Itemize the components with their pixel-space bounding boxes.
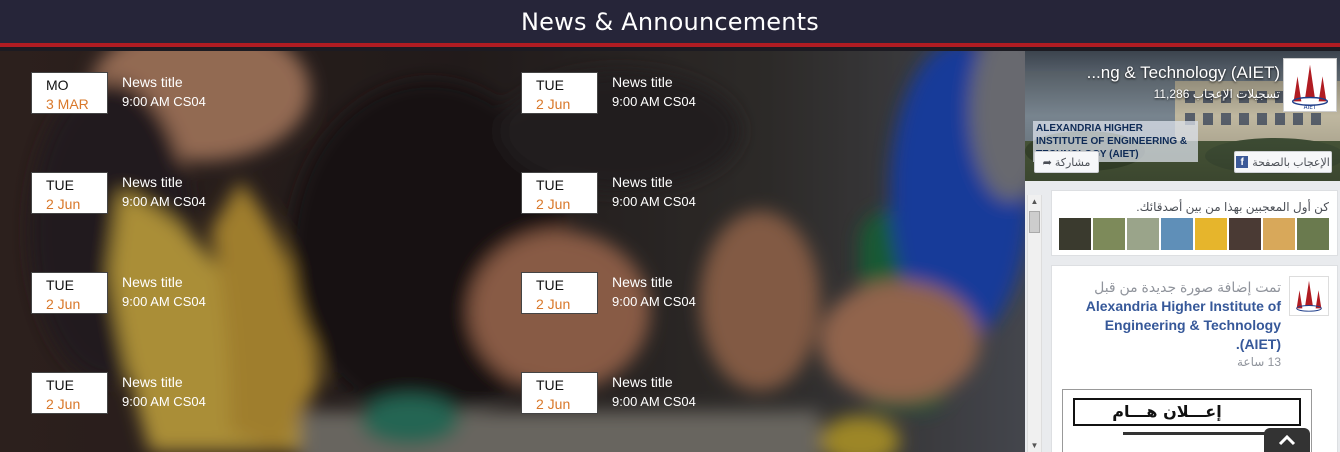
news-day: TUE bbox=[536, 177, 564, 193]
scroll-down-arrow-icon[interactable]: ▼ bbox=[1028, 439, 1041, 452]
news-item[interactable]: MO 3 MAR News title 9:00 AM CS04 bbox=[31, 72, 331, 116]
news-date: 2 Jun bbox=[536, 196, 571, 212]
date-box: TUE 2 Jun bbox=[521, 172, 598, 214]
news-date: 2 Jun bbox=[536, 96, 571, 112]
news-date: 2 Jun bbox=[46, 396, 81, 412]
news-date: 2 Jun bbox=[536, 396, 571, 412]
news-title[interactable]: News title bbox=[612, 72, 696, 92]
facebook-cover[interactable]: ALEXANDRIA HIGHER INSTITUTE OF ENGINEERI… bbox=[1025, 51, 1340, 181]
news-time: 9:00 AM CS04 bbox=[122, 194, 206, 209]
aiet-logo-icon bbox=[1296, 280, 1322, 312]
news-date: 2 Jun bbox=[46, 196, 81, 212]
chevron-up-icon bbox=[1278, 434, 1296, 446]
facebook-f-icon: f bbox=[1236, 156, 1249, 168]
friends-like-card: كن أول المعجبين بهذا من بين أصدقائك. bbox=[1051, 190, 1338, 256]
like-button-label: الإعجاب بالصفحة bbox=[1252, 156, 1330, 169]
news-item[interactable]: TUE 2 Jun News title 9:00 AM CS04 bbox=[521, 172, 821, 216]
news-grid: MO 3 MAR News title 9:00 AM CS04 TUE 2 J… bbox=[0, 51, 1025, 452]
share-button-label: مشاركة bbox=[1054, 156, 1091, 169]
news-time: 9:00 AM CS04 bbox=[612, 294, 696, 309]
aiet-logo-icon: AIET bbox=[1291, 64, 1329, 111]
news-title[interactable]: News title bbox=[122, 372, 206, 392]
page-logo[interactable]: AIET bbox=[1283, 58, 1337, 112]
friend-avatar[interactable] bbox=[1195, 218, 1227, 250]
news-time: 9:00 AM CS04 bbox=[612, 94, 696, 109]
svg-text:AIET: AIET bbox=[1304, 105, 1317, 111]
news-day: TUE bbox=[536, 277, 564, 293]
friend-avatar[interactable] bbox=[1263, 218, 1295, 250]
facebook-page-widget: ALEXANDRIA HIGHER INSTITUTE OF ENGINEERI… bbox=[1025, 51, 1340, 452]
share-button[interactable]: ➦ مشاركة bbox=[1034, 151, 1099, 173]
friend-avatar[interactable] bbox=[1161, 218, 1193, 250]
news-date: 2 Jun bbox=[46, 296, 81, 312]
feed-scrollbar[interactable]: ▲ ▼ bbox=[1027, 195, 1042, 452]
scroll-up-arrow-icon[interactable]: ▲ bbox=[1028, 195, 1041, 208]
scroll-thumb[interactable] bbox=[1029, 211, 1040, 233]
news-title[interactable]: News title bbox=[612, 372, 696, 392]
news-title[interactable]: News title bbox=[612, 172, 696, 192]
section-title: News & Announcements bbox=[521, 7, 819, 36]
news-day: MO bbox=[46, 77, 69, 93]
news-date: 2 Jun bbox=[536, 296, 571, 312]
news-time: 9:00 AM CS04 bbox=[122, 94, 206, 109]
news-day: TUE bbox=[536, 77, 564, 93]
post-header: تمت إضافة صورة جديدة من قبل Alexandria H… bbox=[1061, 278, 1281, 371]
news-item[interactable]: TUE 2 Jun News title 9:00 AM CS04 bbox=[521, 72, 821, 116]
news-day: TUE bbox=[46, 377, 74, 393]
date-box: TUE 2 Jun bbox=[521, 272, 598, 314]
section-header: News & Announcements bbox=[0, 0, 1340, 47]
news-time: 9:00 AM CS04 bbox=[122, 294, 206, 309]
date-box: TUE 2 Jun bbox=[31, 172, 108, 214]
page-likes-count: 11,286 تسجيلات الإعجاب bbox=[1153, 87, 1280, 101]
news-item[interactable]: TUE 2 Jun News title 9:00 AM CS04 bbox=[31, 372, 331, 416]
friends-prompt: كن أول المعجبين بهذا من بين أصدقائك. bbox=[1136, 200, 1329, 214]
facebook-post: تمت إضافة صورة جديدة من قبل Alexandria H… bbox=[1051, 265, 1338, 452]
news-time: 9:00 AM CS04 bbox=[612, 194, 696, 209]
post-timestamp[interactable]: 13 ساعة bbox=[1061, 354, 1281, 371]
news-day: TUE bbox=[46, 277, 74, 293]
friend-thumbnails bbox=[1059, 218, 1329, 250]
news-title[interactable]: News title bbox=[122, 72, 206, 92]
post-header-text: تمت إضافة صورة جديدة من قبل bbox=[1094, 279, 1281, 295]
news-title[interactable]: News title bbox=[612, 272, 696, 292]
post-page-link[interactable]: Alexandria Higher Institute of Engineeri… bbox=[1061, 297, 1281, 354]
news-time: 9:00 AM CS04 bbox=[612, 394, 696, 409]
date-box: TUE 2 Jun bbox=[521, 372, 598, 414]
friend-avatar[interactable] bbox=[1127, 218, 1159, 250]
share-arrow-icon: ➦ bbox=[1042, 156, 1052, 169]
date-box: MO 3 MAR bbox=[31, 72, 108, 114]
friend-avatar[interactable] bbox=[1229, 218, 1261, 250]
friend-avatar[interactable] bbox=[1093, 218, 1125, 250]
news-title[interactable]: News title bbox=[122, 172, 206, 192]
friend-avatar[interactable] bbox=[1297, 218, 1329, 250]
news-date: 3 MAR bbox=[46, 96, 89, 112]
news-time: 9:00 AM CS04 bbox=[122, 394, 206, 409]
news-title[interactable]: News title bbox=[122, 272, 206, 292]
date-box: TUE 2 Jun bbox=[31, 272, 108, 314]
date-box: TUE 2 Jun bbox=[31, 372, 108, 414]
news-item[interactable]: TUE 2 Jun News title 9:00 AM CS04 bbox=[31, 272, 331, 316]
friend-avatar[interactable] bbox=[1059, 218, 1091, 250]
date-box: TUE 2 Jun bbox=[521, 72, 598, 114]
back-to-top-button[interactable] bbox=[1264, 428, 1310, 452]
facebook-feed: ▲ ▼ كن أول المعجبين بهذا من بين أصدقائك. bbox=[1025, 181, 1340, 452]
announcement-heading: إعـــلان هـــام bbox=[1112, 402, 1222, 421]
page-name[interactable]: ...ng & Technology (AIET) bbox=[1087, 63, 1280, 83]
news-item[interactable]: TUE 2 Jun News title 9:00 AM CS04 bbox=[521, 272, 821, 316]
news-day: TUE bbox=[46, 177, 74, 193]
news-item[interactable]: TUE 2 Jun News title 9:00 AM CS04 bbox=[31, 172, 331, 216]
news-day: TUE bbox=[536, 377, 564, 393]
like-page-button[interactable]: f الإعجاب بالصفحة bbox=[1234, 151, 1332, 173]
news-item[interactable]: TUE 2 Jun News title 9:00 AM CS04 bbox=[521, 372, 821, 416]
post-avatar[interactable] bbox=[1289, 276, 1329, 316]
